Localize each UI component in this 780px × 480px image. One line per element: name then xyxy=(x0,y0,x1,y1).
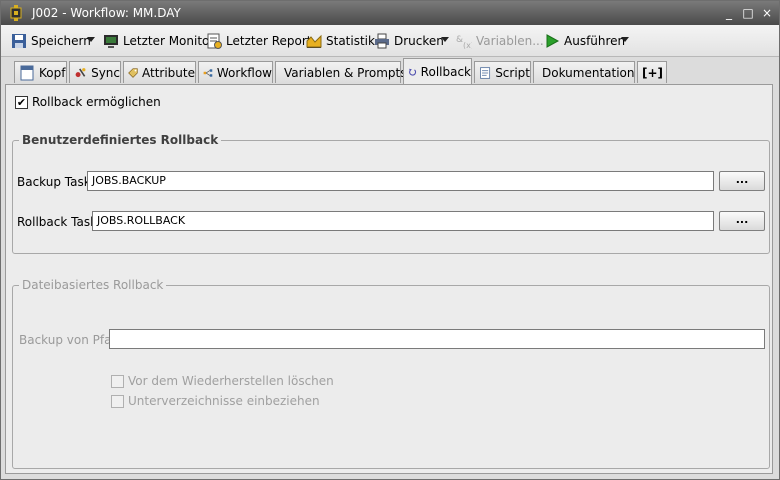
last-report-label: Letzter Report xyxy=(226,34,312,48)
statistics-button[interactable]: Statistik xyxy=(306,31,375,51)
tab-kopf[interactable]: Kopf xyxy=(14,61,67,83)
header-icon xyxy=(20,65,34,80)
script-icon xyxy=(480,66,491,79)
enable-rollback-checkbox[interactable]: ✔ Rollback ermöglichen xyxy=(15,95,161,109)
rollback-panel: ✔ Rollback ermöglichen Benutzerdefiniert… xyxy=(5,84,773,474)
save-button[interactable]: Speichern xyxy=(11,31,91,51)
variables-label: Variablen... xyxy=(476,34,544,48)
custom-rollback-group: Benutzerdefiniertes Rollback Backup Task… xyxy=(12,133,770,254)
add-tab-icon: [+] xyxy=(642,65,664,80)
app-icon xyxy=(10,5,22,21)
backup-task-input[interactable]: JOBS.BACKUP xyxy=(87,171,714,191)
save-dropdown-chevron-down-icon[interactable] xyxy=(87,37,95,42)
execute-dropdown-chevron-down-icon[interactable] xyxy=(621,37,629,42)
include-subdirs-checkbox[interactable]: Unterverzeichnisse einbeziehen xyxy=(111,394,320,408)
save-label: Speichern xyxy=(31,34,91,48)
execute-button[interactable]: Ausführen xyxy=(544,31,625,51)
print-label: Drucken xyxy=(394,34,444,48)
rollback-task-label: Rollback Task: xyxy=(17,215,102,229)
close-icon[interactable]: × xyxy=(760,6,774,20)
delete-before-restore-label: Vor dem Wiederherstellen löschen xyxy=(128,374,334,388)
rollback-task-input[interactable]: JOBS.ROLLBACK xyxy=(92,211,714,231)
report-icon xyxy=(207,33,222,49)
variables-icon: & (x) xyxy=(456,35,472,49)
attribute-icon xyxy=(128,67,138,78)
execute-label: Ausführen xyxy=(564,34,626,48)
checkmark-icon: ✔ xyxy=(15,95,28,109)
print-dropdown-chevron-down-icon[interactable] xyxy=(441,37,449,42)
tab-label: Kopf xyxy=(39,65,66,80)
tab-label: Variablen & Prompts xyxy=(284,65,407,80)
tab-attribute[interactable]: Attribute xyxy=(123,61,196,83)
last-report-button[interactable]: Letzter Report xyxy=(206,31,311,51)
tab-label: Script xyxy=(495,65,530,80)
minimize-icon[interactable]: _ xyxy=(722,6,736,20)
backup-path-input[interactable] xyxy=(109,329,765,349)
tab-script[interactable]: Script xyxy=(474,61,531,83)
statistics-label: Statistik xyxy=(326,34,375,48)
tab-bar: Kopf Sync Attribute Workflow Variablen &… xyxy=(1,58,779,84)
backup-task-browse-button[interactable]: ... xyxy=(719,171,765,191)
tab-label: Attribute xyxy=(142,65,195,80)
chart-icon xyxy=(306,34,322,48)
monitor-icon xyxy=(104,35,118,48)
enable-rollback-label: Rollback ermöglichen xyxy=(32,95,161,109)
play-icon xyxy=(546,34,560,48)
file-rollback-group: Dateibasiertes Rollback Backup von Pfad:… xyxy=(12,278,770,469)
sync-icon xyxy=(75,67,86,77)
custom-rollback-title: Benutzerdefiniertes Rollback xyxy=(19,133,222,147)
file-rollback-title: Dateibasiertes Rollback xyxy=(19,278,167,292)
workflow-icon xyxy=(203,68,213,77)
svg-text:(x): (x) xyxy=(463,41,472,49)
last-monitor-button[interactable]: Letzter Monitor xyxy=(103,31,214,51)
print-icon xyxy=(375,33,389,49)
maximize-icon[interactable]: □ xyxy=(741,6,755,20)
backup-task-label: Backup Task: xyxy=(17,175,95,189)
svg-text:&: & xyxy=(456,35,463,45)
tab-workflow[interactable]: Workflow xyxy=(198,61,273,83)
tab-label: Rollback xyxy=(420,64,471,79)
save-icon xyxy=(12,34,26,48)
window-title: J002 - Workflow: MM.DAY xyxy=(32,6,181,20)
include-subdirs-label: Unterverzeichnisse einbeziehen xyxy=(128,394,320,408)
rollback-icon xyxy=(409,68,417,76)
title-bar[interactable]: J002 - Workflow: MM.DAY _ □ × xyxy=(1,1,779,25)
tab-dokumentation[interactable]: Dokumentation xyxy=(533,61,635,83)
toolbar: Speichern Letzter Monitor Letzter Report xyxy=(1,25,779,57)
tab-rollback[interactable]: Rollback xyxy=(403,58,472,84)
tab-label: Workflow xyxy=(216,65,272,80)
variables-button[interactable]: & (x) Variablen... xyxy=(456,31,544,51)
print-button[interactable]: Drucken xyxy=(374,31,444,51)
workflow-window: J002 - Workflow: MM.DAY _ □ × Speichern … xyxy=(0,0,780,480)
rollback-task-browse-button[interactable]: ... xyxy=(719,211,765,231)
tab-label: Sync xyxy=(91,65,120,80)
tab-sync[interactable]: Sync xyxy=(69,61,121,83)
backup-path-label: Backup von Pfad: xyxy=(19,333,124,347)
tab-variablen-prompts[interactable]: Variablen & Prompts xyxy=(275,61,406,83)
tab-label: Dokumentation xyxy=(542,65,635,80)
delete-before-restore-checkbox[interactable]: Vor dem Wiederherstellen löschen xyxy=(111,374,334,388)
last-monitor-label: Letzter Monitor xyxy=(123,34,215,48)
tab-add[interactable]: [+] xyxy=(637,61,667,83)
